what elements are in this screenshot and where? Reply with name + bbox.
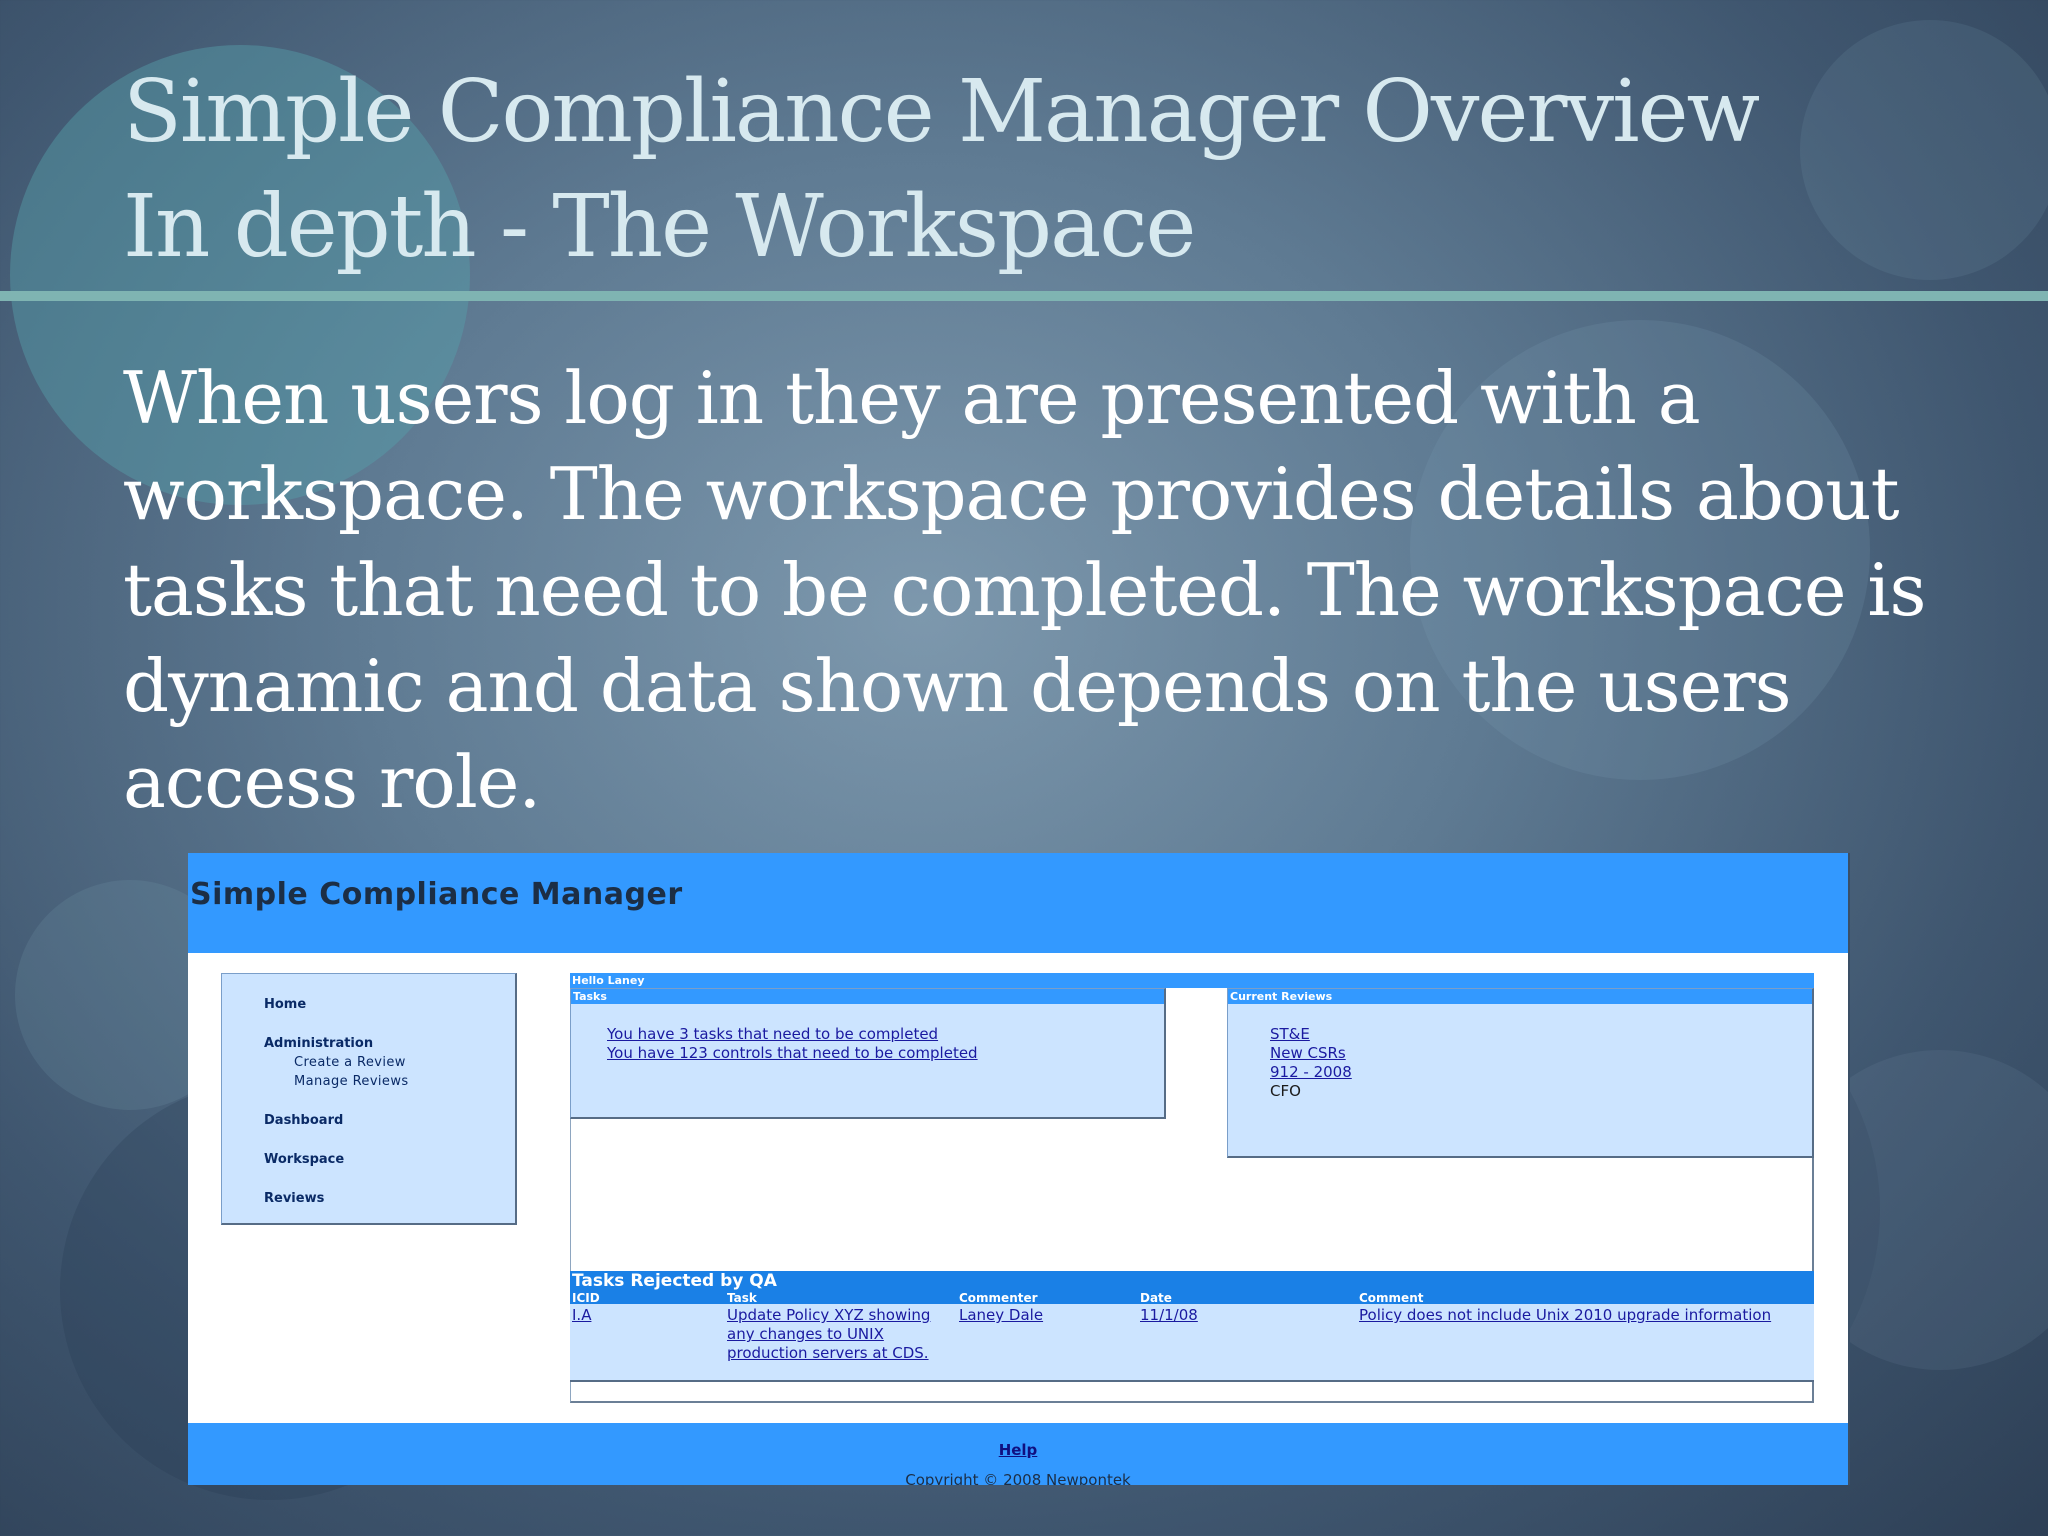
app-header: Simple Compliance Manager xyxy=(188,853,1848,953)
review-link[interactable]: New CSRs xyxy=(1270,1044,1346,1062)
nav-item-create-review[interactable]: Create a Review xyxy=(294,1055,406,1070)
title-divider xyxy=(0,291,2048,301)
commenter-link[interactable]: Laney Dale xyxy=(959,1306,1043,1325)
rejected-tasks-table: Tasks Rejected by QA ICID Task Commenter… xyxy=(570,1271,1814,1403)
nav-item-administration[interactable]: Administration xyxy=(264,1036,373,1051)
column-header: Comment xyxy=(1359,1291,1424,1305)
tasks-link[interactable]: You have 3 tasks that need to be complet… xyxy=(607,1025,938,1043)
task-link[interactable]: Update Policy XYZ showing xyxy=(727,1306,930,1325)
app-footer: Help Copyright © 2008 Newpontek xyxy=(188,1423,1848,1485)
background-circle xyxy=(1800,20,2048,280)
date-link[interactable]: 11/1/08 xyxy=(1140,1306,1198,1325)
nav-item-dashboard[interactable]: Dashboard xyxy=(264,1113,343,1128)
sidebar-nav: Home Administration Create a Review Mana… xyxy=(221,973,517,1225)
current-reviews-header: Current Reviews xyxy=(1228,989,1812,1004)
comment-link[interactable]: Policy does not include Unix 2010 upgrad… xyxy=(1359,1306,1771,1325)
icid-link[interactable]: I.A xyxy=(572,1306,591,1325)
slide-title-line: In depth - The Workspace xyxy=(123,177,1196,277)
column-header: ICID xyxy=(572,1291,600,1305)
nav-item-reviews[interactable]: Reviews xyxy=(264,1191,324,1206)
nav-item-home[interactable]: Home xyxy=(264,997,306,1012)
controls-link[interactable]: You have 123 controls that need to be co… xyxy=(607,1044,978,1062)
rejected-table-header: Tasks Rejected by QA ICID Task Commenter… xyxy=(570,1271,1814,1305)
slide-title-line: Simple Compliance Manager Overview xyxy=(123,62,1760,162)
help-link[interactable]: Help xyxy=(188,1441,1848,1459)
task-link[interactable]: any changes to UNIX xyxy=(727,1325,884,1344)
review-item: CFO xyxy=(1270,1082,1301,1100)
tasks-header: Tasks xyxy=(571,989,1164,1004)
column-header: Date xyxy=(1140,1291,1172,1305)
tasks-box: Tasks You have 3 tasks that need to be c… xyxy=(570,988,1166,1119)
nav-item-manage-reviews[interactable]: Manage Reviews xyxy=(294,1074,409,1089)
copyright-text: Copyright © 2008 Newpontek xyxy=(905,1471,1131,1485)
review-link[interactable]: 912 - 2008 xyxy=(1270,1063,1352,1081)
body-line: When users log in they are presented wit… xyxy=(123,356,1701,440)
table-row: I.A Update Policy XYZ showing any change… xyxy=(570,1304,1814,1382)
rejected-title: Tasks Rejected by QA xyxy=(572,1271,777,1291)
slide-title: Simple Compliance Manager Overview In de… xyxy=(123,55,1760,285)
slide-body-text: When users log in they are presented wit… xyxy=(123,350,2003,830)
greeting-bar: Hello Laney xyxy=(570,973,1814,988)
app-title: Simple Compliance Manager xyxy=(190,877,683,912)
app-screenshot: Simple Compliance Manager Home Administr… xyxy=(188,853,1850,1485)
review-link[interactable]: ST&E xyxy=(1270,1025,1310,1043)
body-line: workspace. The workspace provides detail… xyxy=(123,452,1900,536)
body-line: tasks that need to be completed. The wor… xyxy=(123,548,1926,632)
body-line: dynamic and data shown depends on the us… xyxy=(123,644,1792,728)
task-link[interactable]: production servers at CDS. xyxy=(727,1344,929,1363)
nav-item-workspace[interactable]: Workspace xyxy=(264,1152,344,1167)
current-reviews-box: Current Reviews ST&E New CSRs 912 - 2008… xyxy=(1227,988,1814,1158)
column-header: Task xyxy=(727,1291,757,1305)
column-header: Commenter xyxy=(959,1291,1038,1305)
body-line: access role. xyxy=(123,740,541,824)
